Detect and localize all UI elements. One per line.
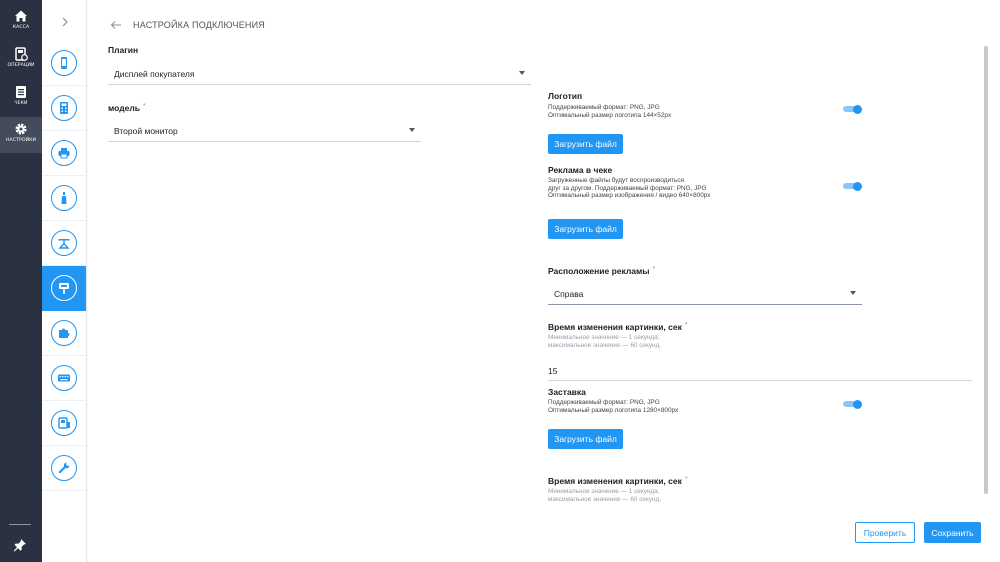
- toggle-knob: [853, 181, 862, 191]
- home-icon: [15, 10, 27, 22]
- bottle-icon: [51, 185, 77, 211]
- chevron-right-icon[interactable]: [60, 16, 70, 28]
- image-change-2-label: Время изменения картинки, сек *: [548, 476, 688, 486]
- page-title: НАСТРОЙКА ПОДКЛЮЧЕНИЯ: [133, 20, 266, 30]
- chevron-down-icon: [850, 291, 856, 295]
- logo-upload-button[interactable]: Загрузить файл: [548, 134, 623, 154]
- splash-title: Заставка: [548, 387, 586, 397]
- chevron-down-icon: [519, 71, 525, 75]
- phone-icon: [51, 50, 77, 76]
- subnav-item-bottle[interactable]: [42, 176, 86, 221]
- logo-hint: Поддерживаемый формат: PNG, JPG Оптималь…: [548, 104, 672, 119]
- pin-icon[interactable]: [13, 538, 27, 552]
- scale-icon: [51, 230, 77, 256]
- settings-icon: [15, 123, 27, 135]
- ad-position-label-text: Расположение рекламы: [548, 266, 650, 276]
- ad-position-select[interactable]: Справа: [548, 283, 862, 305]
- subnav-item-calculator[interactable]: [42, 86, 86, 131]
- chevron-down-icon: [409, 128, 415, 132]
- subnav-item-phone[interactable]: [42, 41, 86, 86]
- back-arrow-icon[interactable]: [110, 20, 122, 30]
- nav-label: НАСТРОЙКИ: [5, 138, 37, 143]
- check-button[interactable]: Проверить: [855, 522, 915, 543]
- ad-hint: Загруженные файлы будут воспроизводиться…: [548, 177, 711, 200]
- ad-toggle[interactable]: [843, 181, 862, 191]
- puzzle-icon: [51, 320, 77, 346]
- ad-position-label: Расположение рекламы *: [548, 266, 655, 276]
- nav-item-receipts[interactable]: ЧЕКИ: [0, 80, 42, 116]
- plugin-select[interactable]: Дисплей покупателя: [108, 63, 531, 85]
- required-mark: *: [652, 266, 656, 273]
- nav-label: КАССА: [12, 25, 30, 30]
- save-button[interactable]: Сохранить: [924, 522, 981, 543]
- splash-toggle[interactable]: [843, 399, 862, 409]
- settings-subnav: [42, 0, 87, 562]
- nav-label: ОПЕРАЦИИ: [7, 63, 35, 68]
- plugin-select-value: Дисплей покупателя: [114, 68, 195, 79]
- image-change-label: Время изменения картинки, сек *: [548, 322, 688, 332]
- ad-position-select-value: Справа: [554, 288, 584, 299]
- toggle-knob: [853, 399, 862, 409]
- required-mark: *: [143, 103, 146, 110]
- image-change-input[interactable]: 15: [548, 361, 972, 381]
- image-change-value: 15: [548, 365, 558, 376]
- model-select[interactable]: Второй монитор: [108, 120, 421, 142]
- main-nav: КАССА ОПЕРАЦИИ ЧЕКИ НАСТРОЙКИ: [0, 0, 42, 562]
- subnav-item-scanner[interactable]: [42, 401, 86, 446]
- customer-display-icon: [51, 275, 77, 301]
- scanner-icon: [51, 410, 77, 436]
- splash-upload-button[interactable]: Загрузить файл: [548, 429, 623, 449]
- keyboard-icon: [51, 365, 77, 391]
- subnav-item-keyboard[interactable]: [42, 356, 86, 401]
- receipts-icon: [16, 86, 26, 98]
- image-change-hint: Минимальное значение — 1 секунда; максим…: [548, 334, 662, 349]
- model-label-text: модель: [108, 103, 141, 113]
- subnav-item-plugins[interactable]: [42, 311, 86, 356]
- ad-upload-button[interactable]: Загрузить файл: [548, 219, 623, 239]
- plugin-label: Плагин: [108, 45, 139, 55]
- image-change-label-text: Время изменения картинки, сек: [548, 322, 682, 332]
- calculator-icon: [51, 95, 77, 121]
- wrench-icon: [51, 455, 77, 481]
- printer-icon: [51, 140, 77, 166]
- operations-icon: [15, 47, 28, 61]
- nav-item-operations[interactable]: ОПЕРАЦИИ: [0, 42, 42, 78]
- logo-title: Логотип: [548, 91, 583, 101]
- subnav-item-customer-display[interactable]: [42, 266, 86, 311]
- required-mark: *: [684, 322, 688, 329]
- subnav-item-tools[interactable]: [42, 446, 86, 491]
- logo-toggle[interactable]: [843, 104, 862, 114]
- nav-item-settings[interactable]: НАСТРОЙКИ: [0, 117, 42, 153]
- image-change-2-hint: Минимальное значение — 1 секунда; максим…: [548, 488, 662, 503]
- main-panel: НАСТРОЙКА ПОДКЛЮЧЕНИЯ Плагин Дисплей пок…: [88, 0, 1000, 562]
- subnav-item-scale[interactable]: [42, 221, 86, 266]
- image-change-2-label-text: Время изменения картинки, сек: [548, 476, 682, 486]
- nav-divider: [9, 524, 31, 525]
- nav-item-kassa[interactable]: КАССА: [0, 4, 42, 40]
- toggle-knob: [853, 104, 862, 114]
- scrollbar[interactable]: [984, 46, 988, 494]
- required-mark: *: [684, 476, 688, 483]
- subnav-item-printer[interactable]: [42, 131, 86, 176]
- model-select-value: Второй монитор: [114, 125, 178, 136]
- nav-label: ЧЕКИ: [14, 101, 28, 106]
- splash-hint: Поддерживаемый формат: PNG, JPG Оптималь…: [548, 399, 679, 414]
- model-label: модель *: [108, 103, 146, 113]
- ad-title: Реклама в чеке: [548, 165, 613, 175]
